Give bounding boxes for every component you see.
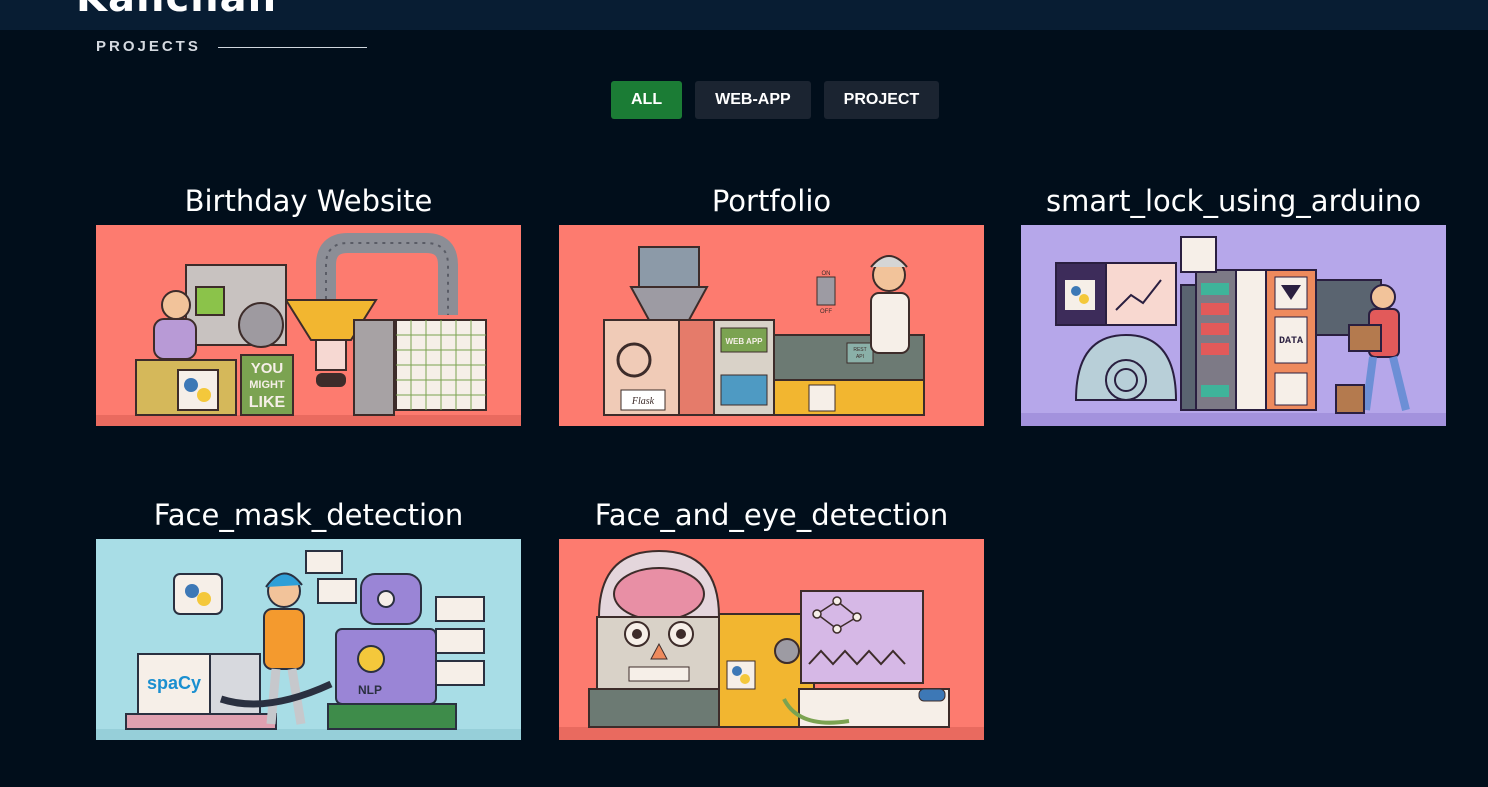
project-thumbnail-link[interactable]: Flask WEB APP REST API ON OFF <box>559 225 984 426</box>
project-thumbnail-illustration: Flask WEB APP REST API ON OFF <box>559 225 984 426</box>
project-title[interactable]: smart_lock_using_arduino <box>1021 180 1446 222</box>
svg-text:NLP: NLP <box>358 683 382 697</box>
project-thumbnail-link[interactable] <box>559 539 984 740</box>
top-navbar: Kanchan <box>0 0 1488 30</box>
section-heading-line <box>218 47 367 48</box>
project-thumbnail-link[interactable]: DATA <box>1021 225 1446 426</box>
project-card-smart-lock[interactable]: smart_lock_using_arduino DATA <box>1021 180 1446 426</box>
filter-project-button[interactable]: PROJECT <box>823 81 940 119</box>
project-card-birthday-website[interactable]: Birthday Website YOU MIGHT LIKE <box>96 180 521 426</box>
svg-text:DATA: DATA <box>1279 336 1303 347</box>
section-heading: PROJECTS <box>96 38 201 55</box>
filter-bar: ALL WEB-APP PROJECT <box>611 81 940 119</box>
project-thumbnail-illustration <box>559 539 984 740</box>
svg-text:WEB APP: WEB APP <box>725 337 763 346</box>
svg-text:Flask: Flask <box>631 396 655 407</box>
svg-text:spaCy: spaCy <box>147 673 201 693</box>
filter-all-button[interactable]: ALL <box>611 81 683 119</box>
svg-text:YOU: YOU <box>251 360 284 377</box>
svg-text:OFF: OFF <box>820 309 832 315</box>
brand-logo-text[interactable]: Kanchan <box>76 0 277 18</box>
svg-text:ON: ON <box>822 271 831 277</box>
project-title[interactable]: Birthday Website <box>96 180 521 222</box>
project-card-portfolio[interactable]: Portfolio Flask WEB APP REST API ON OFF <box>559 180 984 426</box>
project-thumbnail-illustration: DATA <box>1021 225 1446 426</box>
project-card-face-and-eye-detection[interactable]: Face_and_eye_detection <box>559 494 984 740</box>
filter-web-app-button[interactable]: WEB-APP <box>695 81 811 119</box>
svg-text:MIGHT: MIGHT <box>249 379 285 391</box>
svg-text:LIKE: LIKE <box>249 394 286 411</box>
project-title[interactable]: Face_mask_detection <box>96 494 521 536</box>
project-title[interactable]: Portfolio <box>559 180 984 222</box>
project-card-face-mask-detection[interactable]: Face_mask_detection spaCy NLP <box>96 494 521 740</box>
project-thumbnail-illustration: spaCy NLP <box>96 539 521 740</box>
project-thumbnail-illustration: YOU MIGHT LIKE <box>96 225 521 426</box>
project-title[interactable]: Face_and_eye_detection <box>559 494 984 536</box>
svg-text:REST: REST <box>853 347 866 353</box>
project-thumbnail-link[interactable]: YOU MIGHT LIKE <box>96 225 521 426</box>
project-thumbnail-link[interactable]: spaCy NLP <box>96 539 521 740</box>
svg-text:API: API <box>856 354 864 360</box>
